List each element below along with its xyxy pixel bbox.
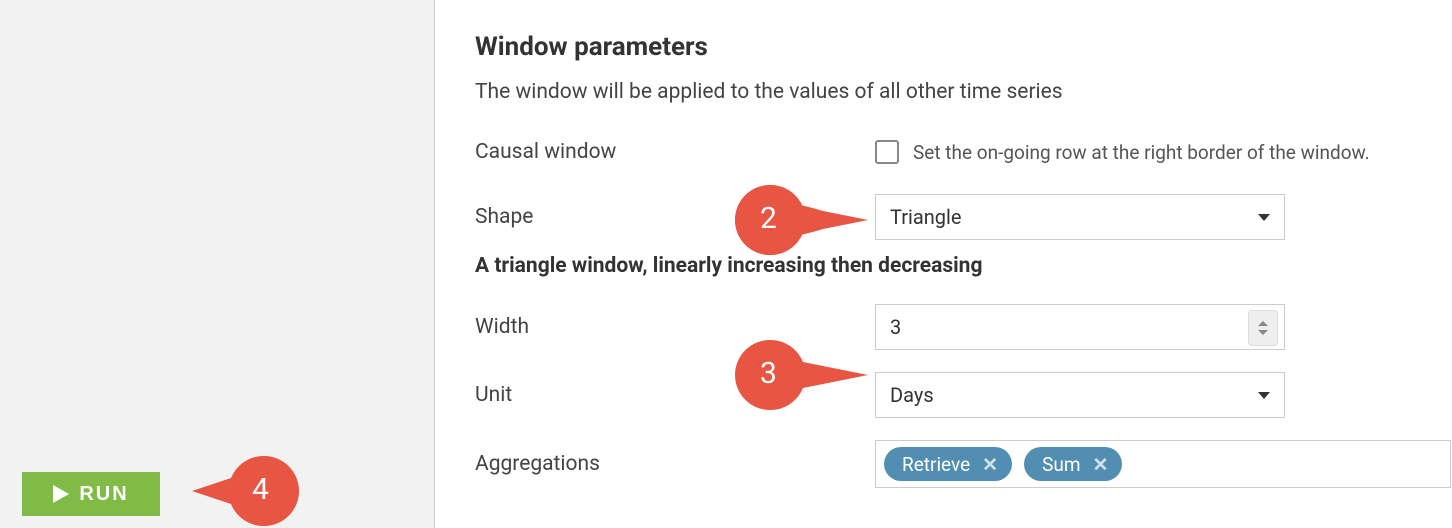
stepper-up-icon <box>1258 321 1268 326</box>
unit-select-value: Days <box>890 383 934 407</box>
aggregations-label: Aggregations <box>475 452 875 476</box>
row-aggregations: Aggregations Retrieve ✕ Sum ✕ <box>475 440 1451 488</box>
causal-window-hint: Set the on-going row at the right border… <box>913 141 1370 164</box>
run-button[interactable]: RUN <box>22 472 160 516</box>
section-description: The window will be applied to the values… <box>475 80 1451 104</box>
shape-description: A triangle window, linearly increasing t… <box>475 254 1451 278</box>
shape-select-value: Triangle <box>890 205 961 229</box>
aggregation-tag-label: Retrieve <box>902 453 970 476</box>
aggregation-tag: Sum ✕ <box>1024 447 1122 481</box>
shape-label: Shape <box>475 205 875 229</box>
unit-select[interactable]: Days <box>875 372 1285 418</box>
width-input[interactable]: 3 <box>875 304 1285 350</box>
close-icon[interactable]: ✕ <box>978 453 1002 476</box>
unit-label: Unit <box>475 383 875 407</box>
shape-select[interactable]: Triangle <box>875 194 1285 240</box>
row-unit: Unit Days <box>475 372 1451 418</box>
run-button-label: RUN <box>79 483 128 506</box>
causal-window-label: Causal window <box>475 140 875 164</box>
play-icon <box>53 485 69 503</box>
aggregation-tag-label: Sum <box>1042 453 1080 476</box>
close-icon[interactable]: ✕ <box>1089 453 1113 476</box>
stepper-down-icon <box>1258 330 1268 335</box>
row-width: Width 3 <box>475 304 1451 350</box>
main-panel: Window parameters The window will be app… <box>435 0 1452 528</box>
width-stepper[interactable] <box>1248 310 1278 346</box>
width-input-value: 3 <box>890 315 901 339</box>
causal-window-checkbox[interactable] <box>875 140 899 164</box>
sidebar: RUN <box>0 0 435 528</box>
chevron-down-icon <box>1258 392 1270 399</box>
width-label: Width <box>475 315 875 339</box>
row-shape: Shape Triangle <box>475 194 1451 240</box>
section-title: Window parameters <box>475 32 1451 62</box>
aggregations-input[interactable]: Retrieve ✕ Sum ✕ <box>875 440 1451 488</box>
chevron-down-icon <box>1258 214 1270 221</box>
aggregation-tag: Retrieve ✕ <box>884 447 1012 481</box>
row-causal-window: Causal window Set the on-going row at th… <box>475 132 1451 172</box>
